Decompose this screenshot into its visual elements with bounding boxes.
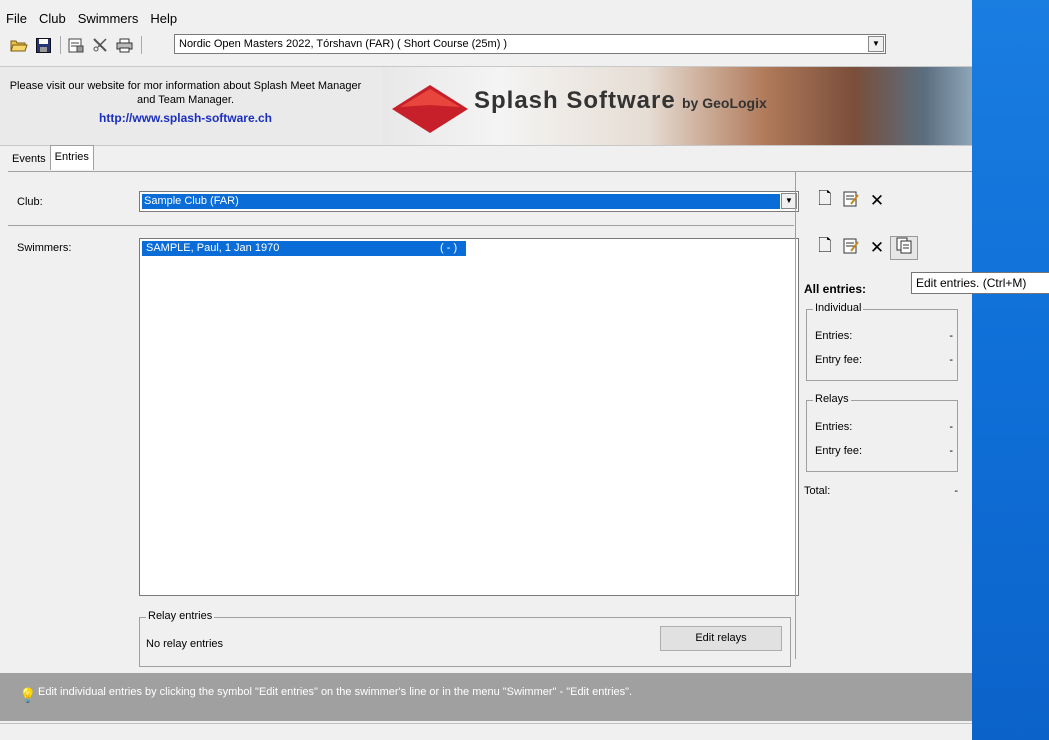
status-bar	[0, 723, 972, 740]
tab-events[interactable]: Events	[8, 148, 50, 170]
tab-entries[interactable]: Entries	[49, 145, 94, 170]
menu-swimmers[interactable]: Swimmers	[72, 9, 145, 29]
edit-relays-button[interactable]: Edit relays	[660, 626, 782, 651]
brand-by: by GeoLogix	[682, 95, 767, 111]
relay-entries-group: Relay entries No relay entries Edit rela…	[139, 610, 791, 667]
edit-document-icon[interactable]	[838, 190, 864, 212]
hint-text: Edit individual entries by clicking the …	[38, 686, 633, 698]
entry-fee-value: -	[949, 445, 953, 457]
club-select[interactable]: Sample Club (FAR) ▼	[139, 191, 799, 212]
entry-fee-label: Entry fee:	[815, 445, 863, 457]
app-window: File Club Swimmers Help Nordic Open Mast…	[0, 0, 972, 740]
print-icon[interactable]	[113, 35, 135, 55]
tab-bar: Events Entries	[8, 145, 94, 170]
banner-message: Please visit our website for mor informa…	[9, 80, 362, 106]
relay-entries-text: No relay entries	[146, 638, 224, 650]
divider	[795, 172, 796, 659]
swimmers-list[interactable]: SAMPLE, Paul, 1 Jan 1970 ( - )	[139, 238, 799, 596]
edit-document-icon[interactable]	[838, 237, 864, 259]
swimmer-name: SAMPLE, Paul, 1 Jan 1970	[146, 242, 280, 254]
toolbar-separator	[60, 36, 61, 54]
club-actions: 🗋 ✕	[812, 186, 890, 215]
banner-image[interactable]: Splash Software by GeoLogix	[382, 67, 972, 145]
entries-panel: Club: Sample Club (FAR) ▼ Swimmers: SAMP…	[8, 171, 972, 667]
delete-icon[interactable]: ✕	[864, 191, 890, 211]
relays-fee-row: Entry fee: -	[815, 445, 953, 457]
toolbar-separator	[141, 36, 142, 54]
individual-legend: Individual	[813, 302, 864, 314]
menu-bar: File Club Swimmers Help	[0, 9, 183, 29]
relays-group: Relays Entries: - Entry fee: -	[806, 393, 958, 472]
splash-logo-icon	[392, 85, 468, 133]
total-label: Total:	[804, 485, 831, 497]
lightbulb-icon: 💡	[19, 687, 37, 703]
new-document-icon[interactable]: 🗋	[812, 186, 838, 215]
delete-icon[interactable]: ✕	[864, 238, 890, 258]
list-item[interactable]: SAMPLE, Paul, 1 Jan 1970 ( - )	[142, 241, 466, 256]
club-select-value: Sample Club (FAR)	[142, 194, 780, 209]
individual-fee-row: Entry fee: -	[815, 354, 953, 366]
entries-label: Entries:	[815, 421, 853, 433]
swimmer-actions: 🗋 ✕	[812, 233, 918, 262]
relays-legend: Relays	[813, 393, 851, 405]
meet-select[interactable]: Nordic Open Masters 2022, Tórshavn (FAR)…	[174, 34, 886, 54]
relay-entries-legend: Relay entries	[146, 610, 215, 622]
meet-select-value: Nordic Open Masters 2022, Tórshavn (FAR)…	[179, 38, 508, 50]
brand-name: Splash Software	[474, 87, 676, 114]
edit-entries-tooltip: Edit entries. (Ctrl+M)	[911, 272, 1049, 294]
entries-value: -	[949, 421, 953, 433]
chevron-down-icon[interactable]: ▼	[868, 36, 884, 52]
edit-entries-icon[interactable]	[890, 235, 918, 260]
banner-text: Please visit our website for mor informa…	[8, 79, 363, 125]
menu-file[interactable]: File	[0, 9, 33, 29]
relays-entries-row: Entries: -	[815, 421, 953, 433]
entries-label: Entries:	[815, 330, 853, 342]
all-entries-title: All entries:	[804, 282, 867, 296]
save-icon[interactable]	[32, 35, 54, 55]
total-row: Total: -	[804, 485, 958, 497]
club-label: Club:	[17, 196, 43, 208]
swimmers-label: Swimmers:	[17, 242, 72, 254]
menu-help[interactable]: Help	[144, 9, 183, 29]
open-folder-icon[interactable]	[8, 35, 30, 55]
individual-group: Individual Entries: - Entry fee: -	[806, 302, 958, 381]
individual-entries-row: Entries: -	[815, 330, 953, 342]
hint-bar: 💡 Edit individual entries by clicking th…	[0, 673, 972, 721]
entry-fee-label: Entry fee:	[815, 354, 863, 366]
tools-icon[interactable]	[89, 35, 111, 55]
desktop-background	[972, 0, 1049, 740]
banner: Please visit our website for mor informa…	[0, 66, 972, 146]
swimmer-flag: ( - )	[440, 242, 458, 254]
toolbar	[8, 33, 146, 57]
total-value: -	[954, 485, 958, 497]
entry-fee-value: -	[949, 354, 953, 366]
entries-value: -	[949, 330, 953, 342]
divider	[8, 225, 794, 226]
new-document-icon[interactable]: 🗋	[812, 233, 838, 262]
properties-icon[interactable]	[65, 35, 87, 55]
website-link[interactable]: http://www.splash-software.ch	[8, 111, 363, 125]
menu-club[interactable]: Club	[33, 9, 72, 29]
